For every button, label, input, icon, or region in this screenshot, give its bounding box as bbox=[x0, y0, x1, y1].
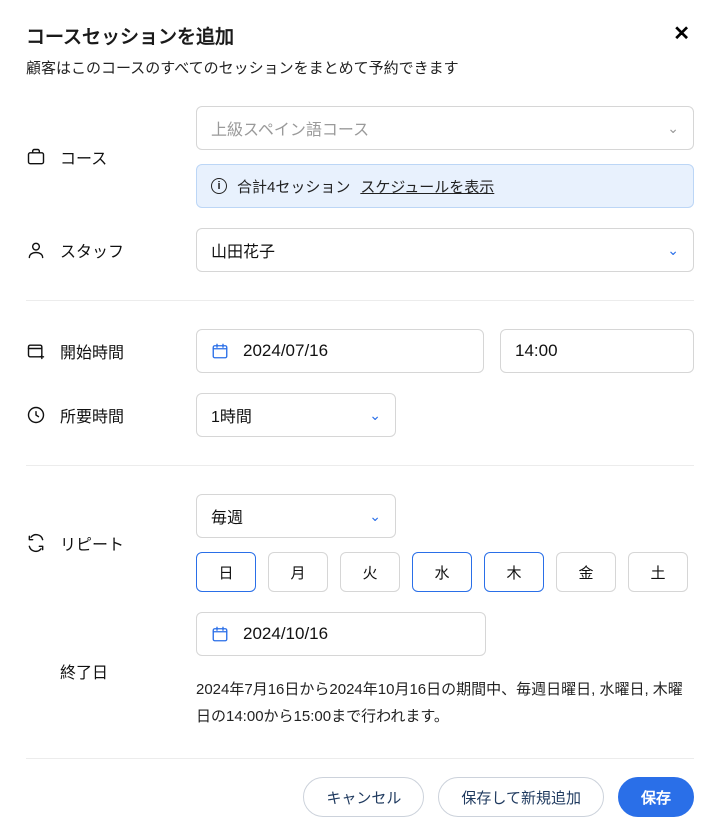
repeat-label: リピート bbox=[60, 531, 124, 555]
course-info: i 合計4セッション スケジュールを表示 bbox=[196, 164, 694, 208]
calendar-icon bbox=[211, 342, 229, 360]
duration-select[interactable]: 1時間 ⌄ bbox=[196, 393, 396, 437]
day-button-4[interactable]: 木 bbox=[484, 552, 544, 592]
course-placeholder: 上級スペイン語コース bbox=[211, 116, 369, 140]
calendar-icon bbox=[211, 625, 229, 643]
page-title: コースセッションを追加 bbox=[26, 22, 459, 49]
chevron-down-icon: ⌄ bbox=[369, 508, 381, 525]
page-subtitle: 顧客はこのコースのすべてのセッションをまとめて予約できます bbox=[26, 57, 459, 78]
briefcase-icon bbox=[26, 147, 46, 167]
repeat-icon bbox=[26, 533, 46, 553]
chevron-down-icon: ⌄ bbox=[667, 242, 679, 259]
course-select[interactable]: 上級スペイン語コース ⌄ bbox=[196, 106, 694, 150]
staff-select[interactable]: 山田花子 ⌄ bbox=[196, 228, 694, 272]
end-date-label: 終了日 bbox=[60, 659, 108, 683]
end-date-value: 2024/10/16 bbox=[243, 624, 328, 644]
person-icon bbox=[26, 240, 46, 260]
day-button-1[interactable]: 月 bbox=[268, 552, 328, 592]
end-date-input[interactable]: 2024/10/16 bbox=[196, 612, 486, 656]
close-icon: ✕ bbox=[673, 23, 690, 45]
calendar-add-icon bbox=[26, 341, 46, 361]
day-button-2[interactable]: 火 bbox=[340, 552, 400, 592]
day-button-3[interactable]: 水 bbox=[412, 552, 472, 592]
save-button[interactable]: 保存 bbox=[618, 777, 694, 817]
course-info-text: 合計4セッション bbox=[237, 176, 350, 197]
duration-label: 所要時間 bbox=[60, 403, 124, 427]
start-date-value: 2024/07/16 bbox=[243, 341, 328, 361]
start-time-value: 14:00 bbox=[515, 341, 558, 361]
repeat-select[interactable]: 毎週 ⌄ bbox=[196, 494, 396, 538]
day-button-6[interactable]: 土 bbox=[628, 552, 688, 592]
days-row: 日月火水木金土 bbox=[196, 552, 694, 592]
day-button-5[interactable]: 金 bbox=[556, 552, 616, 592]
clock-icon bbox=[26, 405, 46, 425]
duration-value: 1時間 bbox=[211, 403, 252, 427]
staff-label: スタッフ bbox=[60, 238, 124, 262]
show-schedule-link[interactable]: スケジュールを表示 bbox=[360, 176, 494, 197]
start-time-input[interactable]: 14:00 bbox=[500, 329, 694, 373]
cancel-button[interactable]: キャンセル bbox=[303, 777, 424, 817]
course-label: コース bbox=[60, 145, 107, 169]
chevron-down-icon: ⌄ bbox=[667, 120, 679, 137]
repeat-value: 毎週 bbox=[211, 504, 243, 528]
start-date-input[interactable]: 2024/07/16 bbox=[196, 329, 484, 373]
info-icon: i bbox=[211, 178, 227, 194]
day-button-0[interactable]: 日 bbox=[196, 552, 256, 592]
start-label: 開始時間 bbox=[60, 339, 124, 363]
close-button[interactable]: ✕ bbox=[669, 22, 694, 46]
staff-value: 山田花子 bbox=[211, 238, 275, 262]
repeat-description: 2024年7月16日から2024年10月16日の期間中、毎週日曜日, 水曜日, … bbox=[196, 676, 694, 730]
save-add-button[interactable]: 保存して新規追加 bbox=[438, 777, 604, 817]
chevron-down-icon: ⌄ bbox=[369, 407, 381, 424]
